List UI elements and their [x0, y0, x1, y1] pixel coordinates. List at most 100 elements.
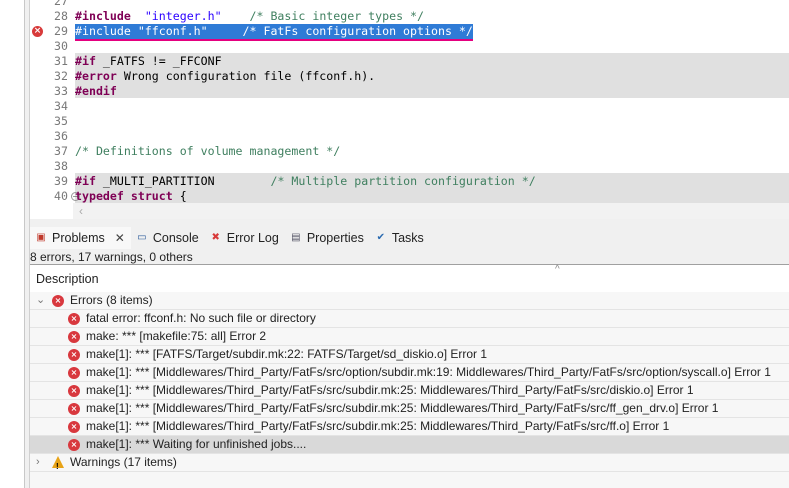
code-token: _MULTI_PARTITION [95, 173, 271, 188]
tab-problems[interactable]: ▣ Problems ✕ [30, 227, 131, 249]
problem-description: make[1]: *** [Middlewares/Third_Party/Fa… [86, 383, 694, 397]
collapse-chevron-icon[interactable]: ⌄ [36, 292, 45, 309]
problem-row[interactable]: × make[1]: *** [Middlewares/Third_Party/F… [30, 364, 789, 382]
console-icon: ▭ [137, 232, 147, 243]
code-text: typedef struct { [75, 189, 187, 204]
code-line: 30 [30, 39, 789, 54]
line-number: 31 [54, 53, 68, 68]
tab-label: Problems [52, 231, 105, 245]
line-number: 34 [54, 98, 68, 113]
code-line: 28 #include "integer.h" /* Basic integer … [30, 9, 789, 24]
panel-tabs: ▣ Problems ✕ ▭ Console ✖ Error Log ▤ Properties ✔… [30, 227, 430, 249]
line-number: 39 [54, 173, 68, 188]
group-label: Errors (8 items) [70, 293, 153, 307]
code-line: 27 [30, 0, 789, 9]
line-number: 35 [54, 113, 68, 128]
code-token: /* Definitions of volume management */ [75, 143, 341, 158]
problem-row[interactable]: × fatal error: ffconf.h: No such file or … [30, 310, 789, 328]
code-text: #include "integer.h" /* Basic integer ty… [75, 9, 424, 24]
line-number: 38 [54, 158, 68, 173]
code-text: /* Definitions of volume management */ [75, 144, 340, 159]
code-token: _FATFS != _FFCONF [95, 53, 222, 68]
code-token: #include "ffconf.h" /* FatFs configurati… [75, 23, 473, 38]
problem-description: fatal error: ffconf.h: No such file or d… [86, 311, 316, 325]
code-line: 31 #if _FATFS != _FFCONF [30, 54, 789, 69]
problem-description: make[1]: *** [Middlewares/Third_Party/Fa… [86, 365, 771, 379]
line-number: 40 [54, 188, 68, 203]
error-icon: × [68, 385, 80, 397]
code-token: Wrong configuration file (ffconf.h). [116, 68, 376, 83]
code-line: 35 [30, 114, 789, 129]
problem-row[interactable]: × make[1]: *** [Middlewares/Third_Party/F… [30, 382, 789, 400]
problem-row[interactable]: × make: *** [makefile:75: all] Error 2 [30, 328, 789, 346]
tab-label: Properties [306, 231, 364, 245]
problems-table: Description ^ ⌄ × Errors (8 items) × fatal e… [30, 264, 789, 488]
code-token: typedef [75, 188, 124, 203]
code-token: #include [75, 8, 131, 23]
column-label: Description [36, 272, 99, 286]
error-log-icon: ✖ [211, 232, 220, 243]
line-number: 30 [54, 38, 68, 53]
column-header-description[interactable]: Description [30, 265, 789, 292]
problem-row[interactable]: × make[1]: *** [Middlewares/Third_Party/F… [30, 418, 789, 436]
problem-description: make[1]: *** [Middlewares/Third_Party/Fa… [86, 419, 670, 433]
scroll-left-icon[interactable]: ‹ [79, 204, 83, 218]
code-line: 38 [30, 159, 789, 174]
errors-group-row[interactable]: ⌄ × Errors (8 items) [30, 292, 789, 310]
code-token: { [172, 188, 187, 203]
error-marker-icon[interactable]: × [32, 25, 43, 37]
line-number: 28 [54, 8, 68, 23]
warnings-group-row[interactable]: ›! Warnings (17 items) [30, 454, 789, 472]
line-number: 29 [54, 23, 68, 38]
editor-horizontal-scrollbar[interactable]: ‹ [73, 203, 789, 219]
code-line: 34 [30, 99, 789, 114]
tab-label: Tasks [391, 231, 424, 245]
problem-description: make[1]: *** [FATFS/Target/subdir.mk:22:… [86, 347, 488, 361]
code-token: struct [130, 188, 173, 203]
tab-console[interactable]: ▭ Console [131, 227, 205, 249]
code-text: #error Wrong configuration file (ffconf.… [75, 69, 375, 84]
code-text: #endif [75, 84, 117, 99]
problems-summary: 8 errors, 17 warnings, 0 others [30, 250, 193, 264]
problems-icon: ▣ [36, 232, 46, 243]
code-token: #error [75, 68, 117, 83]
line-number: 36 [54, 128, 68, 143]
code-token: /* Basic integer types */ [249, 8, 425, 23]
sort-ascending-icon: ^ [555, 264, 560, 275]
close-tab-icon[interactable]: ✕ [115, 231, 125, 245]
error-icon: × [68, 421, 80, 433]
left-trim [0, 0, 25, 488]
line-number: 37 [54, 143, 68, 158]
group-label: Warnings (17 items) [70, 455, 177, 469]
code-token: #if [75, 173, 96, 188]
code-token: #endif [75, 83, 117, 98]
tasks-icon: ✔ [376, 232, 386, 243]
error-icon: × [68, 367, 80, 379]
problem-description: make[1]: *** [Middlewares/Third_Party/Fa… [86, 401, 719, 415]
problem-description: make: *** [makefile:75: all] Error 2 [86, 329, 267, 343]
problem-description: make[1]: *** Waiting for unfinished jobs… [86, 437, 307, 451]
expand-chevron-icon[interactable]: › [36, 454, 40, 471]
tab-label: Error Log [226, 231, 279, 245]
warning-icon: ! [52, 456, 64, 471]
tab-tasks[interactable]: ✔ Tasks [370, 227, 430, 249]
error-icon: × [52, 295, 64, 307]
code-text: #if _FATFS != _FFCONF [75, 54, 222, 69]
code-token: #if [75, 53, 96, 68]
problem-row[interactable]: × make[1]: *** [FATFS/Target/subdir.mk:22… [30, 346, 789, 364]
problem-row[interactable]: × make[1]: *** Waiting for unfinished job… [30, 436, 789, 454]
properties-icon: ▤ [291, 232, 301, 243]
code-line: 33 #endif [30, 84, 789, 99]
line-number: 32 [54, 68, 68, 83]
code-editor[interactable]: 27 28 #include "integer.h" /* Basic intege… [30, 0, 789, 220]
code-line: 32 #error Wrong configuration file (ffcon… [30, 69, 789, 84]
code-line: 29 × #include "ffconf.h" /* FatFs configur… [30, 23, 789, 41]
tab-error-log[interactable]: ✖ Error Log [205, 227, 285, 249]
code-line: 39 #if _MULTI_PARTITION /* Multiple parti… [30, 174, 789, 189]
code-token: "integer.h" [144, 8, 222, 23]
tab-properties[interactable]: ▤ Properties [285, 227, 370, 249]
problem-row[interactable]: × make[1]: *** [Middlewares/Third_Party/F… [30, 400, 789, 418]
